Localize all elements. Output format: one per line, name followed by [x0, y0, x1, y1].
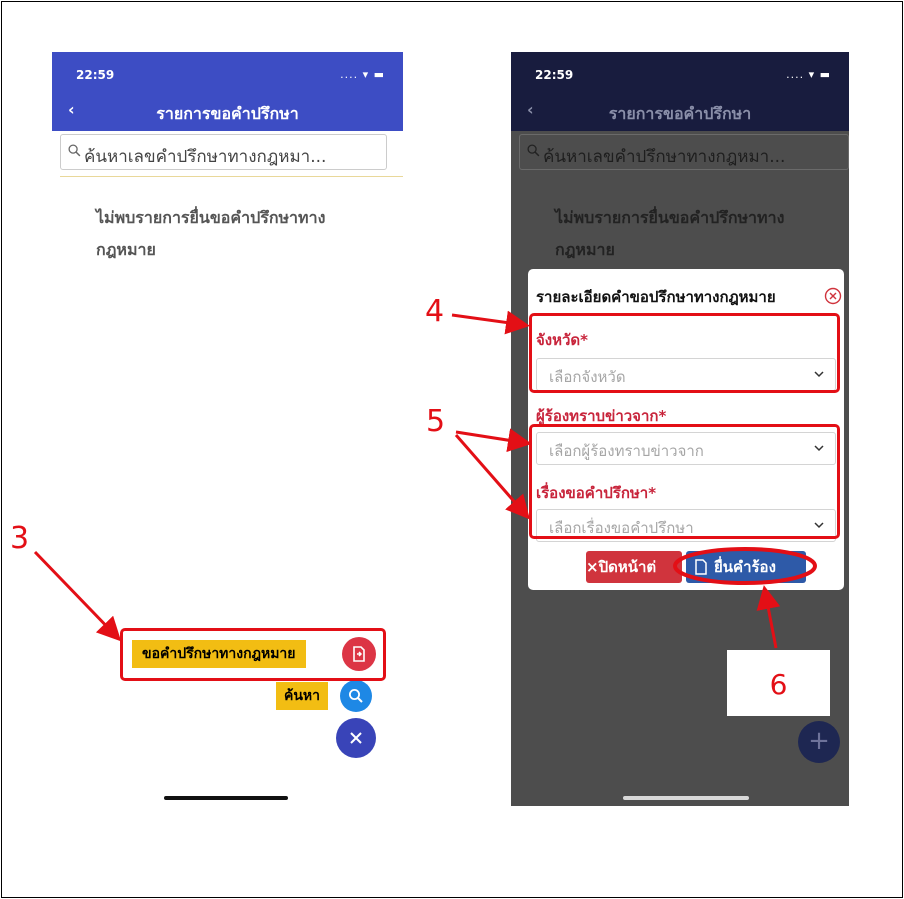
annotation-arrows [33, 310, 817, 649]
annotation-step-6: 6 [769, 668, 788, 701]
annotation-step-3: 3 [10, 521, 30, 556]
annotation-step-6-box: 6 [727, 650, 830, 716]
annotation-step-5: 5 [426, 404, 446, 439]
annotation-step-4: 4 [425, 294, 445, 329]
